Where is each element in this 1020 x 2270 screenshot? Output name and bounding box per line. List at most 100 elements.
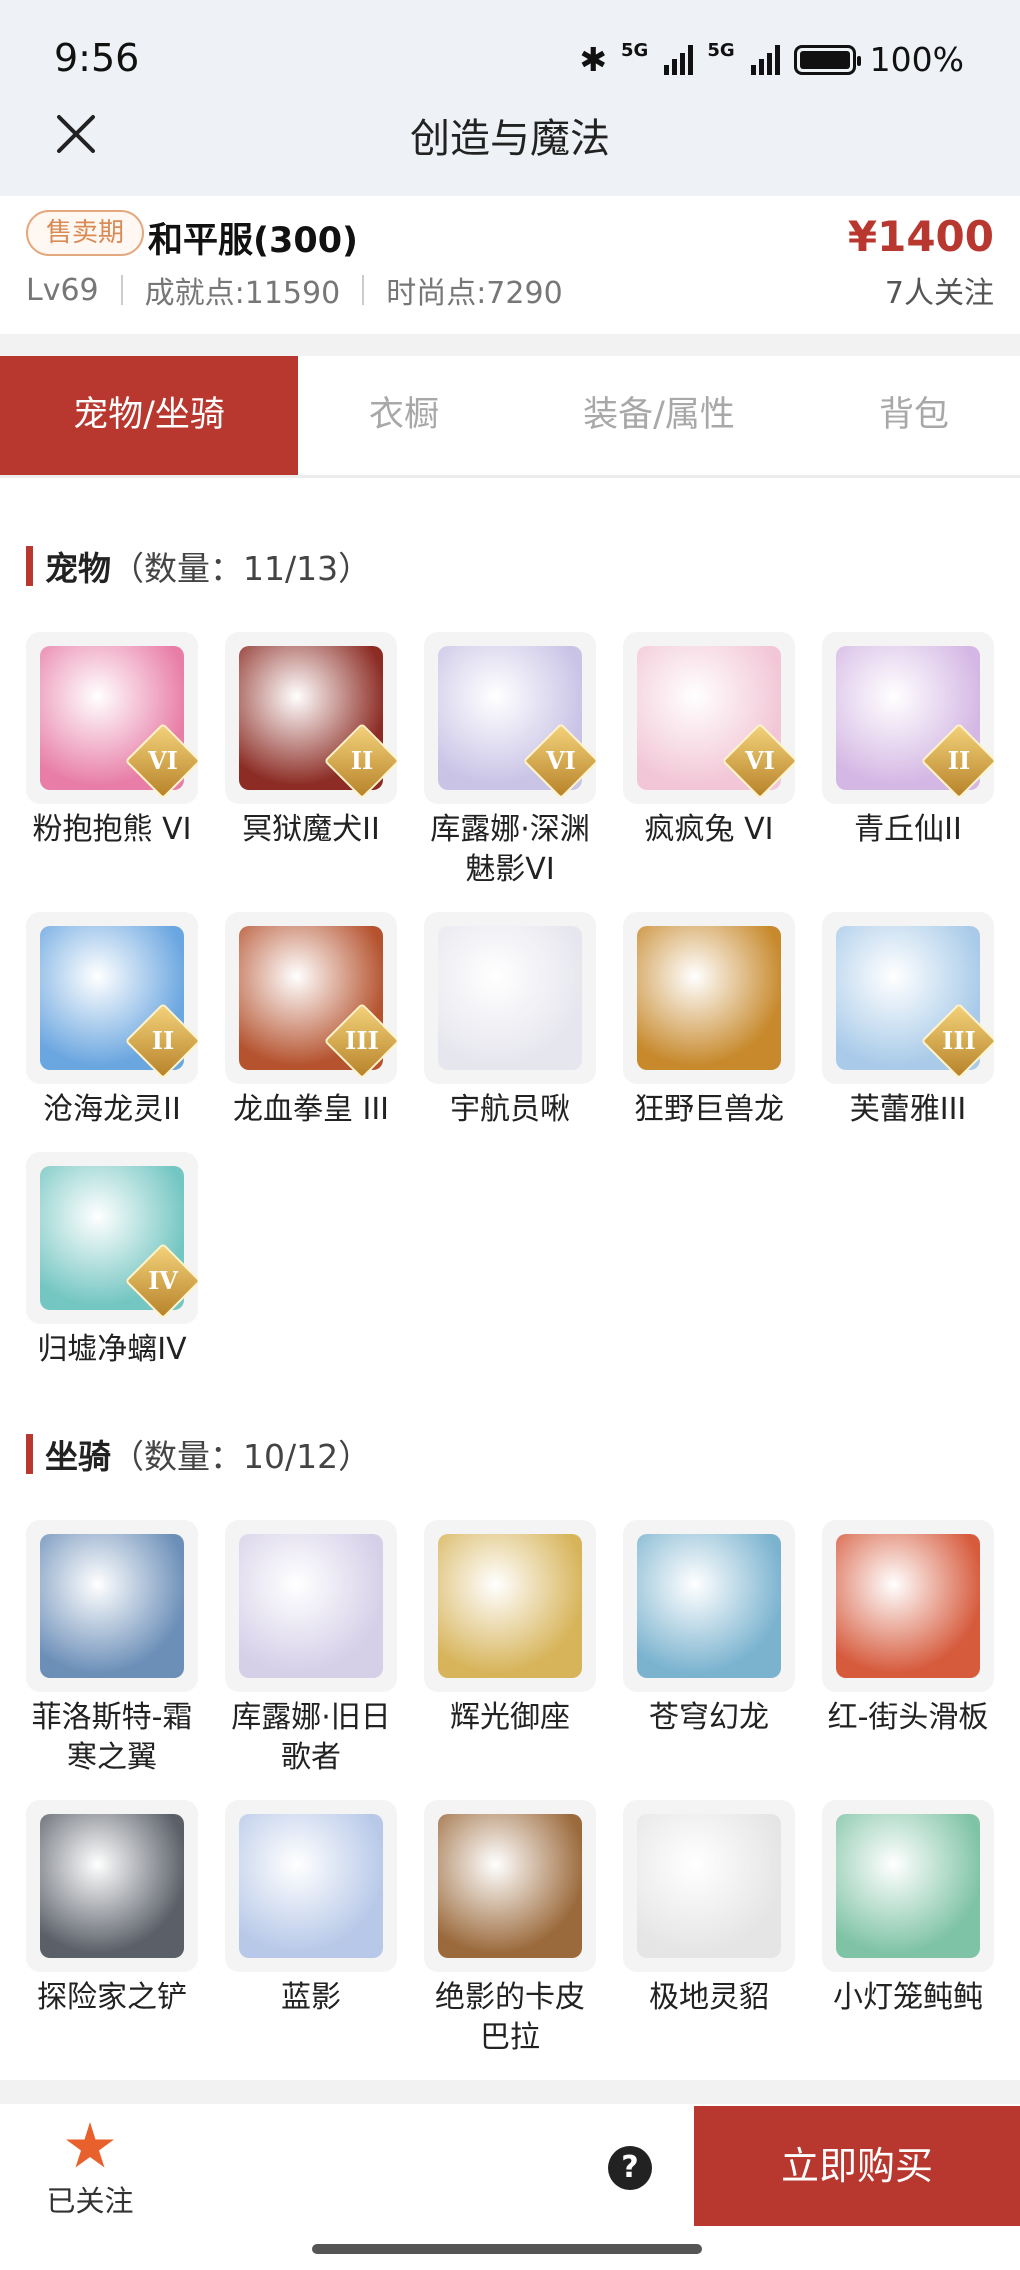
mount-item[interactable]: 红-街头滑板 [822, 1520, 994, 1778]
pet-item[interactable]: VI 粉抱抱熊 VI [26, 632, 198, 890]
item-thumbnail[interactable] [424, 1520, 596, 1692]
pet-item[interactable]: II 青丘仙II [822, 632, 994, 890]
page-title: 创造与魔法 [410, 116, 610, 162]
item-thumbnail[interactable] [623, 1520, 795, 1692]
creature-image [438, 1534, 582, 1678]
creature-image [239, 1534, 383, 1678]
pet-item[interactable]: II 冥狱魔犬II [225, 632, 397, 890]
pet-item[interactable]: III 芙蕾雅III [822, 912, 994, 1130]
tier-label: VI [546, 746, 576, 775]
item-name: 宇航员啾 [450, 1092, 570, 1127]
item-thumbnail[interactable] [822, 1520, 994, 1692]
item-name: 蓝影 [281, 1980, 341, 2015]
item-thumbnail[interactable]: II [822, 632, 994, 804]
item-thumbnail[interactable]: VI [623, 632, 795, 804]
item-name: 冥狱魔犬II [242, 812, 380, 847]
pets-grid: VI 粉抱抱熊 VI II 冥狱魔犬II VI 库露娜·深渊魅影VI VI 疯疯兔 VI II 青… [26, 632, 996, 1370]
item-thumbnail[interactable] [822, 1800, 994, 1972]
item-thumbnail[interactable]: III [822, 912, 994, 1084]
item-name: 绝影的卡皮巴拉 [435, 1980, 585, 2055]
item-thumbnail[interactable] [424, 912, 596, 1084]
mount-item[interactable]: 菲洛斯特-霜寒之翼 [26, 1520, 198, 1778]
status-badge: 售卖期 [26, 210, 145, 256]
mount-item[interactable]: 小灯笼鲀鲀 [822, 1800, 994, 2058]
item-thumbnail[interactable]: II [26, 912, 198, 1084]
creature-image [438, 926, 582, 1070]
mount-item[interactable]: 极地灵貂 [623, 1800, 795, 2058]
tab-pets-mounts[interactable]: 宠物/坐骑 [0, 356, 298, 475]
creature-image [637, 1534, 781, 1678]
item-name: 菲洛斯特-霜寒之翼 [31, 1700, 193, 1775]
top-bar: 9:56 ✱ 5G 5G 100% 创造与魔法 [0, 0, 1020, 196]
tier-label: III [345, 1026, 379, 1055]
tab-wardrobe[interactable]: 衣橱 [298, 356, 510, 475]
pet-item[interactable]: 狂野巨兽龙 [623, 912, 795, 1130]
pets-section-title: 宠物 （数量：11/13） [26, 542, 371, 590]
price: ¥1400 [847, 212, 994, 261]
signal-icon-2 [750, 44, 780, 75]
status-time: 9:56 [54, 36, 140, 80]
buy-now-button[interactable]: 立即购买 [694, 2106, 1020, 2226]
item-name: 库露娜·旧日歌者 [231, 1700, 391, 1775]
item-thumbnail[interactable] [424, 1800, 596, 1972]
item-name: 青丘仙II [854, 812, 962, 847]
item-name: 狂野巨兽龙 [634, 1092, 784, 1127]
creature-image [239, 1814, 383, 1958]
pet-item[interactable]: VI 库露娜·深渊魅影VI [424, 632, 596, 890]
item-name: 探险家之铲 [37, 1980, 187, 2015]
item-thumbnail[interactable] [26, 1800, 198, 1972]
item-thumbnail[interactable] [623, 1800, 795, 1972]
item-name: 苍穹幻龙 [649, 1700, 769, 1735]
pet-item[interactable]: VI 疯疯兔 VI [623, 632, 795, 890]
item-thumbnail[interactable] [225, 1520, 397, 1692]
bluetooth-icon: ✱ [579, 40, 608, 79]
item-thumbnail[interactable] [225, 1800, 397, 1972]
item-name: 芙蕾雅III [849, 1092, 967, 1127]
item-name: 归墟净螭IV [37, 1332, 187, 1367]
tab-equipment[interactable]: 装备/属性 [510, 356, 808, 475]
item-thumbnail[interactable]: IV [26, 1152, 198, 1324]
bottom-bar: 已关注 ? 立即购买 [0, 2104, 1020, 2228]
pet-item[interactable]: II 沧海龙灵II [26, 912, 198, 1130]
listing-info: 售卖期 和平服(300) Lv69 成就点:11590 时尚点:7290 ¥14… [0, 196, 1020, 334]
tab-bar: 宠物/坐骑 衣橱 装备/属性 背包 [0, 356, 1020, 478]
battery-icon [793, 44, 861, 75]
divider [362, 275, 365, 305]
section-label: 宠物 [45, 549, 111, 588]
star-icon [66, 2122, 114, 2168]
item-thumbnail[interactable]: III [225, 912, 397, 1084]
mount-item[interactable]: 辉光御座 [424, 1520, 596, 1778]
mount-item[interactable]: 蓝影 [225, 1800, 397, 2058]
item-name: 疯疯兔 VI [644, 812, 774, 847]
item-thumbnail[interactable]: VI [26, 632, 198, 804]
level-text: Lv69 [26, 272, 99, 308]
divider [0, 2080, 1020, 2104]
item-thumbnail[interactable]: II [225, 632, 397, 804]
mount-item[interactable]: 探险家之铲 [26, 1800, 198, 2058]
pet-item[interactable]: 宇航员啾 [424, 912, 596, 1130]
tier-label: II [151, 1026, 175, 1055]
item-thumbnail[interactable] [623, 912, 795, 1084]
item-thumbnail[interactable] [26, 1520, 198, 1692]
tier-label: VI [148, 746, 178, 775]
mount-item[interactable]: 绝影的卡皮巴拉 [424, 1800, 596, 2058]
server-name: 和平服(300) [148, 221, 359, 261]
item-name: 库露娜·深渊魅影VI [430, 812, 590, 887]
pet-item[interactable]: III 龙血拳皇 III [225, 912, 397, 1130]
follow-button[interactable]: 已关注 [40, 2122, 140, 2220]
help-icon[interactable]: ? [608, 2146, 652, 2190]
tab-backpack[interactable]: 背包 [808, 356, 1020, 475]
divider [120, 275, 123, 305]
network-label-2: 5G [707, 40, 735, 61]
creature-image [438, 1814, 582, 1958]
network-label: 5G [621, 40, 649, 61]
tier-label: II [947, 746, 971, 775]
mount-item[interactable]: 苍穹幻龙 [623, 1520, 795, 1778]
fashion-text: 时尚点:7290 [386, 276, 563, 311]
pet-item[interactable]: IV 归墟净螭IV [26, 1152, 198, 1370]
mount-item[interactable]: 库露娜·旧日歌者 [225, 1520, 397, 1778]
creature-image [40, 1814, 184, 1958]
item-thumbnail[interactable]: VI [424, 632, 596, 804]
home-indicator[interactable] [312, 2244, 702, 2254]
item-name: 沧海龙灵II [43, 1092, 181, 1127]
